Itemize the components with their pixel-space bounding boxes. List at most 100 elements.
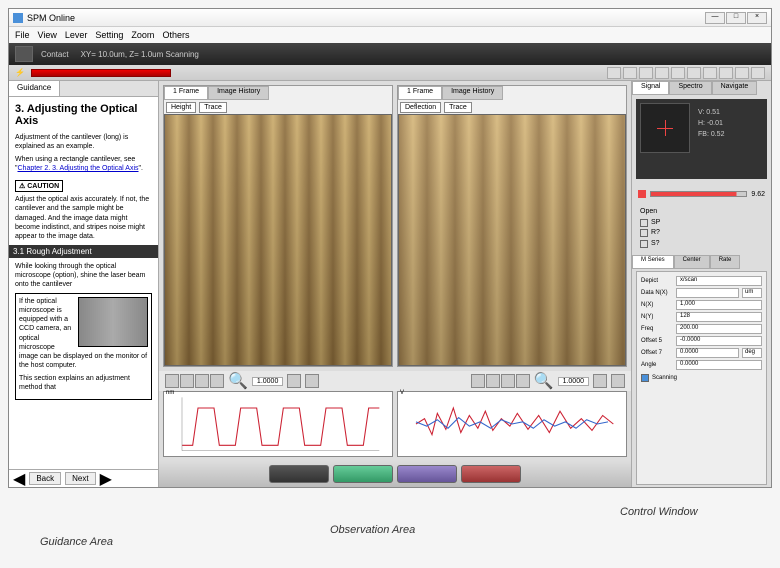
tool-icon[interactable] (516, 374, 530, 388)
tab-guidance[interactable]: Guidance (9, 81, 60, 96)
label-observation: Observation Area (330, 524, 415, 536)
menu-others[interactable]: Others (162, 30, 189, 40)
tool-icon[interactable] (671, 67, 685, 79)
minimize-button[interactable]: — (705, 12, 725, 24)
signal-monitor: V: 0.51 H: -0.01 FB: 0.52 (636, 99, 767, 179)
menu-lever[interactable]: Lever (65, 30, 88, 40)
tool-icon[interactable] (195, 374, 209, 388)
param-input[interactable]: 0.0000 (676, 360, 762, 370)
guide-text: While looking through the optical micros… (15, 262, 152, 289)
menu-view[interactable]: View (38, 30, 57, 40)
guidance-panel: Guidance 3. Adjusting the Optical Axis A… (9, 81, 159, 487)
trace-dropdown[interactable]: Trace (199, 102, 227, 113)
tool-icon[interactable] (623, 67, 637, 79)
tool-icon[interactable] (180, 374, 194, 388)
tool-icon[interactable] (719, 67, 733, 79)
control-panel: Signal Spectro Navigate V: 0.51 H: -0.01… (631, 81, 771, 487)
tool-icon[interactable] (305, 374, 319, 388)
tool-icon[interactable] (751, 67, 765, 79)
xy-monitor (640, 103, 690, 153)
param-area: Depictx/scan Data N(X)um N(X)1,000 N(Y)1… (636, 271, 767, 485)
zoom-value[interactable]: 1.0000 (252, 377, 283, 386)
checkbox[interactable] (640, 219, 648, 227)
status-progress (31, 69, 171, 77)
line-profile-left[interactable]: nm (163, 391, 393, 457)
tool-icon[interactable] (501, 374, 515, 388)
signal-h: H: -0.01 (698, 118, 763, 129)
toolbar-icons (607, 67, 765, 79)
tab-spectro[interactable]: Spectro (669, 81, 711, 95)
scan-control-button[interactable] (269, 465, 329, 483)
toolbar: Contact XY= 10.0um, Z= 1.0um Scanning (9, 43, 771, 65)
channel-dropdown[interactable]: Deflection (400, 102, 441, 113)
param-input[interactable]: 200.00 (676, 324, 762, 334)
scan-stop-button[interactable] (461, 465, 521, 483)
param-input[interactable]: 1,000 (676, 300, 762, 310)
param-input[interactable]: x/scan (676, 276, 762, 286)
guide-link[interactable]: Chapter 2. 3. Adjusting the Optical Axis (18, 165, 139, 172)
tool-icon[interactable] (611, 374, 625, 388)
titlebar: SPM Online — □ × (9, 9, 771, 27)
ccd-preview (78, 297, 148, 347)
menubar: File View Lever Setting Zoom Others (9, 27, 771, 43)
app-window: SPM Online — □ × File View Lever Setting… (8, 8, 772, 488)
signal-v: V: 0.51 (698, 107, 763, 118)
toolbar-mode-icon[interactable] (15, 46, 33, 62)
image-panel-left: 1 FrameImage History Height Trace (163, 85, 393, 367)
menu-setting[interactable]: Setting (95, 30, 123, 40)
tab-frame[interactable]: 1 Frame (164, 86, 208, 100)
tool-icon[interactable] (486, 374, 500, 388)
tool-icon[interactable] (655, 67, 669, 79)
signal-checks: Open SP R? S? (632, 205, 771, 251)
zoom-icon: 🔍 (228, 371, 248, 391)
trace-dropdown[interactable]: Trace (444, 102, 472, 113)
observation-panel: 1 FrameImage History Height Trace 1 Fram… (159, 81, 631, 487)
app-icon (13, 13, 23, 23)
tab-navigate[interactable]: Navigate (712, 81, 758, 95)
tool-icon[interactable] (471, 374, 485, 388)
checkbox[interactable] (640, 240, 648, 248)
tool-icon[interactable] (735, 67, 749, 79)
status-strip: ⚡ (9, 65, 771, 81)
checks-label: Open (640, 207, 763, 218)
zoom-value[interactable]: 1.0000 (558, 377, 589, 386)
param-input[interactable] (676, 288, 739, 298)
scan-control-button[interactable] (397, 465, 457, 483)
checkbox-scanning[interactable] (641, 374, 649, 382)
label-control: Control Window (620, 506, 698, 518)
tab-history[interactable]: Image History (442, 86, 503, 100)
tool-icon[interactable] (287, 374, 301, 388)
tool-icon[interactable] (687, 67, 701, 79)
tool-icon[interactable] (607, 67, 621, 79)
guide-text: Adjustment of the cantilever (long) is e… (15, 133, 152, 151)
channel-dropdown[interactable]: Height (166, 102, 196, 113)
tab-signal[interactable]: Signal (632, 81, 669, 95)
scan-image-deflection[interactable] (398, 114, 626, 366)
tool-icon[interactable] (210, 374, 224, 388)
tool-icon[interactable] (593, 374, 607, 388)
tab-frame[interactable]: 1 Frame (398, 86, 442, 100)
menu-zoom[interactable]: Zoom (131, 30, 154, 40)
scan-image-height[interactable] (164, 114, 392, 366)
tab-history[interactable]: Image History (208, 86, 269, 100)
param-tab[interactable]: Center (674, 255, 710, 269)
signal-slider[interactable] (650, 191, 747, 197)
param-tab[interactable]: Rate (710, 255, 741, 269)
param-input[interactable]: 128 (676, 312, 762, 322)
checkbox[interactable] (640, 229, 648, 237)
tool-icon[interactable] (639, 67, 653, 79)
maximize-button[interactable]: □ (726, 12, 746, 24)
tool-icon[interactable] (165, 374, 179, 388)
param-input[interactable]: 0.0000 (676, 348, 739, 358)
menu-file[interactable]: File (15, 30, 30, 40)
close-button[interactable]: × (747, 12, 767, 24)
next-button[interactable]: Next (65, 472, 95, 485)
param-tab[interactable]: M Series (632, 255, 674, 269)
param-input[interactable]: -0.0000 (676, 336, 762, 346)
back-button[interactable]: Back (29, 472, 61, 485)
tool-icon[interactable] (703, 67, 717, 79)
line-profile-right[interactable]: V (397, 391, 627, 457)
lightning-icon: ⚡ (15, 68, 25, 77)
guide-text: Adjust the optical axis accurately. If n… (15, 195, 152, 240)
scan-start-button[interactable] (333, 465, 393, 483)
